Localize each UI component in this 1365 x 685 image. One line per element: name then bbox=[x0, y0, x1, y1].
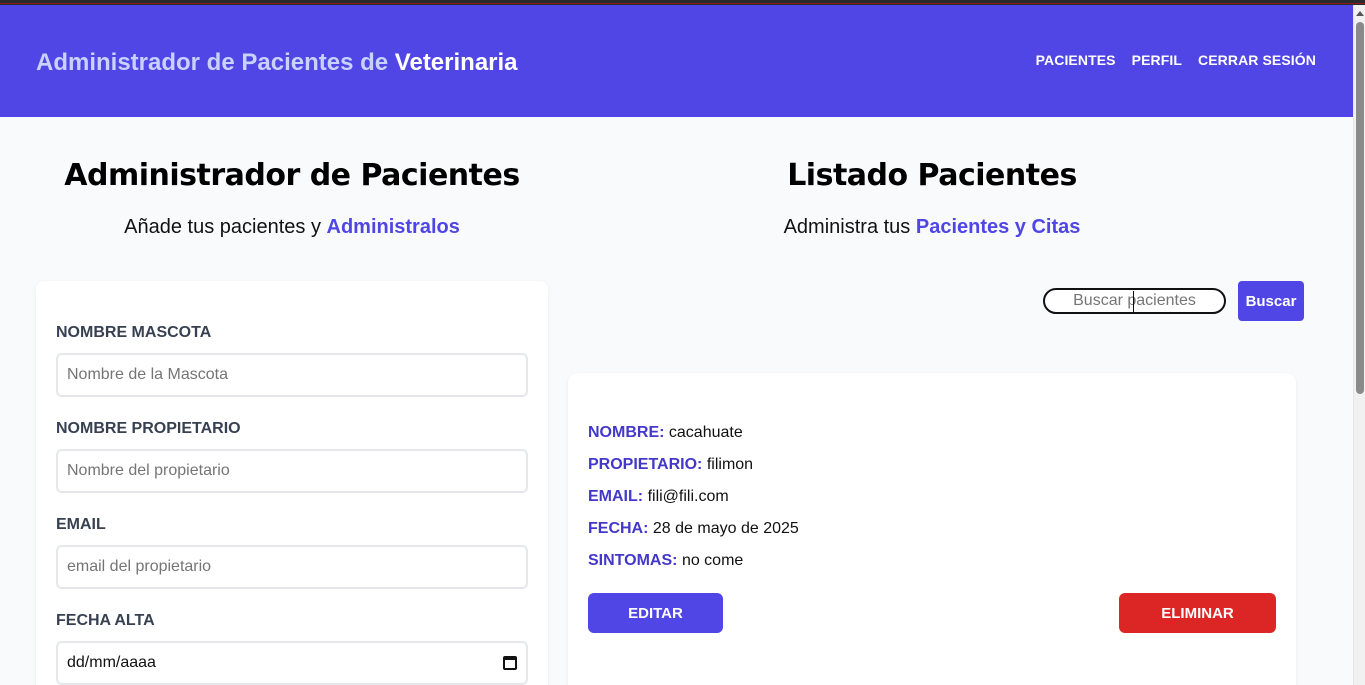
patient-email-value: fili@fili.com bbox=[647, 488, 729, 505]
patient-owner-value: filimon bbox=[706, 456, 754, 473]
patient-owner-key: Propietario: bbox=[588, 456, 703, 473]
form-subtitle-text: Añade tus pacientes y bbox=[124, 216, 327, 238]
date-input-value: dd/mm/aaaa bbox=[67, 654, 156, 671]
pet-name-input[interactable] bbox=[56, 353, 528, 397]
search-input[interactable] bbox=[1043, 288, 1226, 314]
patient-owner-row: Propietario: filimon bbox=[588, 456, 753, 474]
brand-strong: Veterinaria bbox=[394, 49, 518, 76]
patient-name-value: cacahuate bbox=[668, 424, 743, 441]
search-button[interactable]: Buscar bbox=[1238, 281, 1304, 321]
form-section-title: Administrador de Pacientes bbox=[64, 158, 520, 193]
date-label: Fecha Alta bbox=[56, 612, 155, 629]
patient-card: Nombre: cacahuate Propietario: filimon E… bbox=[568, 373, 1296, 685]
list-subtitle-text: Administra tus bbox=[783, 216, 916, 238]
list-subtitle-accent: Pacientes y Citas bbox=[915, 216, 1081, 238]
list-section-subtitle: Administra tus Pacientes y Citas bbox=[568, 216, 1296, 239]
owner-name-label: Nombre Propietario bbox=[56, 420, 241, 437]
email-label: Email bbox=[56, 516, 106, 533]
patient-email-row: Email: fili@fili.com bbox=[588, 488, 729, 506]
nav-perfil-link[interactable]: Perfil bbox=[1132, 52, 1182, 68]
delete-button[interactable]: Eliminar bbox=[1119, 593, 1276, 633]
patient-symptoms-key: Sintomas: bbox=[588, 552, 678, 569]
patient-date-value: 28 de mayo de 2025 bbox=[652, 520, 799, 537]
brand-prefix: Administrador de Pacientes de bbox=[36, 49, 395, 76]
page-scrollbar[interactable] bbox=[1353, 5, 1365, 685]
form-subtitle-accent: Administralos bbox=[326, 216, 460, 238]
top-navbar: Administrador de Pacientes de Veterinari… bbox=[0, 5, 1353, 117]
brand-title: Administrador de Pacientes de Veterinari… bbox=[36, 49, 518, 77]
calendar-icon[interactable] bbox=[503, 656, 517, 670]
patient-date-row: Fecha: 28 de mayo de 2025 bbox=[588, 520, 799, 538]
scroll-thumb[interactable] bbox=[1356, 22, 1364, 394]
form-section-subtitle: Añade tus pacientes y Administralos bbox=[36, 216, 548, 239]
nav-pacientes-link[interactable]: Pacientes bbox=[1036, 52, 1116, 68]
patient-email-key: Email: bbox=[588, 488, 644, 505]
email-input[interactable] bbox=[56, 545, 528, 589]
patient-name-row: Nombre: cacahuate bbox=[588, 424, 743, 442]
nav-cerrar-sesion-link[interactable]: Cerrar Sesión bbox=[1198, 52, 1316, 68]
patient-name-key: Nombre: bbox=[588, 424, 665, 441]
list-section-title: Listado Pacientes bbox=[787, 158, 1077, 193]
edit-button[interactable]: Editar bbox=[588, 593, 723, 633]
patient-form: Nombre Mascota Nombre Propietario Email … bbox=[36, 281, 548, 685]
owner-name-input[interactable] bbox=[56, 449, 528, 493]
patient-date-key: Fecha: bbox=[588, 520, 649, 537]
patient-symptoms-row: Sintomas: no come bbox=[588, 552, 743, 570]
patient-symptoms-value: no come bbox=[681, 552, 744, 569]
main-nav: Pacientes Perfil Cerrar Sesión bbox=[1036, 52, 1316, 68]
text-cursor bbox=[1133, 291, 1134, 312]
scroll-up-arrow-icon[interactable] bbox=[1356, 11, 1364, 16]
date-input[interactable]: dd/mm/aaaa bbox=[56, 641, 528, 685]
pet-name-label: Nombre Mascota bbox=[56, 324, 212, 341]
